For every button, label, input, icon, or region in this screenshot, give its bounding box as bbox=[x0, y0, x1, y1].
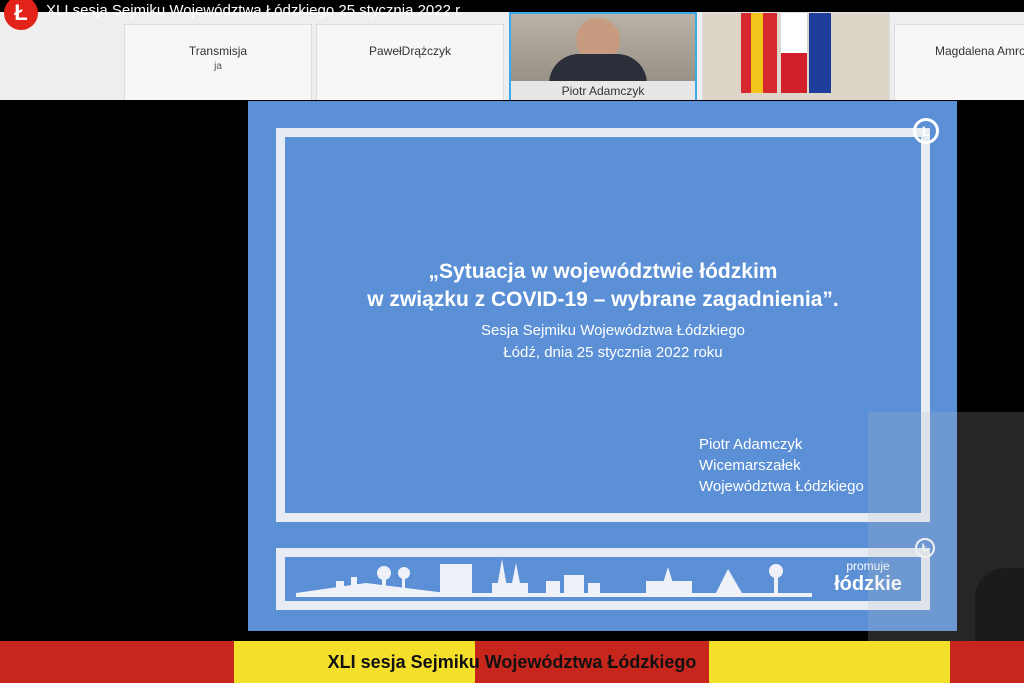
landscape-illustration bbox=[296, 559, 812, 597]
slide-heading-line1: „Sytuacja w województwie łódzkim bbox=[428, 260, 778, 283]
lodzkie-corner-icon: Ł bbox=[913, 118, 939, 144]
participant-tile-active-speaker[interactable]: Piotr Adamczyk bbox=[509, 12, 697, 103]
eu-flag bbox=[809, 13, 831, 93]
author-role-line2: Województwa Łódzkiego bbox=[699, 478, 864, 495]
slide-author: Piotr Adamczyk Wicemarszałek Województwa… bbox=[699, 434, 864, 497]
slide-heading: „Sytuacja w województwie łódzkim w związ… bbox=[318, 258, 888, 314]
slide-subtitle-line1: Sesja Sejmiku Województwa Łódzkiego bbox=[480, 322, 746, 339]
participant-name: Transmisja bbox=[188, 44, 248, 58]
participant-name: Magdalena Amro bbox=[935, 44, 1024, 58]
bottom-ticker: XLI sesja Sejmiku Województwa Łódzkiego bbox=[0, 641, 1024, 683]
presenter-silhouette bbox=[975, 568, 1024, 643]
slide-heading-line2: w związku z COVID-19 – wybrane zagadnien… bbox=[367, 288, 839, 311]
ticker-band-red bbox=[950, 641, 1024, 683]
ticker-band-red bbox=[0, 641, 234, 683]
participant-name: PawełDrążczyk bbox=[368, 44, 452, 58]
participant-tile-magdalena[interactable]: Magdalena Amro bbox=[894, 24, 1024, 102]
ticker-text: XLI sesja Sejmiku Województwa Łódzkiego bbox=[327, 652, 697, 672]
presentation-slide: Ł „Sytuacja w województwie łódzkim w zwi… bbox=[248, 101, 957, 631]
participant-tile-pawel[interactable]: PawełDrążczyk bbox=[316, 24, 504, 102]
slide-subtitle: Sesja Sejmiku Województwa Łódzkiego Łódź… bbox=[448, 320, 778, 364]
participant-name: Piotr Adamczyk bbox=[511, 81, 695, 101]
author-role-line1: Wicemarszałek bbox=[699, 457, 801, 474]
participant-tile-flags-video[interactable] bbox=[702, 12, 890, 103]
participant-tile-transmisja[interactable]: Transmisja ja bbox=[124, 24, 312, 102]
video-title[interactable]: XLI sesja Sejmiku Województwa Łódzkiego … bbox=[46, 0, 463, 22]
participant-subtitle: ja bbox=[214, 61, 222, 72]
slide-subtitle-line2: Łódź, dnia 25 stycznia 2022 roku bbox=[503, 344, 723, 361]
regional-flag-stripe bbox=[751, 13, 763, 93]
author-name: Piotr Adamczyk bbox=[699, 436, 803, 453]
polish-flag bbox=[781, 13, 807, 93]
participants-strip: Transmisja ja PawełDrążczyk Piotr Adamcz… bbox=[0, 12, 1024, 103]
